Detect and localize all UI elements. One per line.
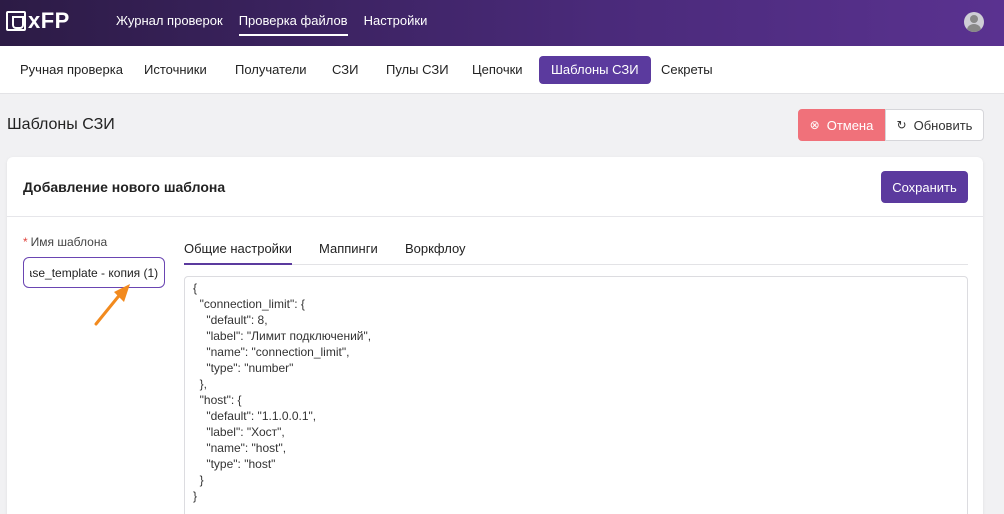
- top-nav-settings[interactable]: Настройки: [364, 0, 428, 46]
- top-nav: Журнал проверок Проверка файлов Настройк…: [116, 0, 443, 46]
- cancel-label: Отмена: [826, 117, 874, 133]
- code-line: "default": "1.1.0.0.1",: [193, 409, 317, 423]
- tab-manual-check[interactable]: Ручная проверка: [20, 56, 123, 84]
- template-name-label-text: Имя шаблона: [30, 235, 108, 249]
- code-line: }: [193, 473, 204, 487]
- code-line: {: [193, 281, 198, 295]
- tab-chains[interactable]: Цепочки: [472, 56, 523, 84]
- top-nav-journal[interactable]: Журнал проверок: [116, 0, 223, 46]
- refresh-label: Обновить: [913, 117, 973, 133]
- template-tabs: Общие настройки Маппинги Воркфлоу: [184, 235, 968, 265]
- tab-mappings[interactable]: Маппинги: [319, 241, 378, 256]
- refresh-icon: ↻: [896, 118, 907, 132]
- cancel-circle-x-icon: ⊗: [809, 118, 820, 132]
- template-form-card: Добавление нового шаблона Сохранить * Имя…: [7, 157, 983, 514]
- template-name-label: * Имя шаблона: [23, 235, 107, 249]
- annotation-arrow-icon: [94, 284, 130, 326]
- tab-workflow[interactable]: Воркфлоу: [405, 241, 466, 256]
- code-line: }: [193, 489, 198, 503]
- code-line: "connection_limit": {: [193, 297, 305, 311]
- card-title: Добавление нового шаблона: [23, 179, 226, 195]
- code-line: },: [193, 377, 208, 391]
- code-line: "label": "Хост",: [193, 425, 285, 439]
- code-line: "type": "number": [193, 361, 294, 375]
- code-line: "name": "connection_limit",: [193, 345, 350, 359]
- cancel-button[interactable]: ⊗ Отмена: [798, 109, 885, 141]
- code-line: "default": 8,: [193, 313, 268, 327]
- code-line: "host": {: [193, 393, 242, 407]
- code-line: "type": "host": [193, 457, 276, 471]
- card-divider: [7, 216, 983, 217]
- tab-szi-pools[interactable]: Пулы СЗИ: [386, 56, 449, 84]
- json-editor[interactable]: { "connection_limit": { "default": 8, "l…: [184, 276, 968, 514]
- tab-szi[interactable]: СЗИ: [332, 56, 358, 84]
- tab-sources[interactable]: Источники: [144, 56, 207, 84]
- top-bar: xFP Журнал проверок Проверка файлов Наст…: [0, 0, 1004, 46]
- code-line: "label": "Лимит подключений",: [193, 329, 372, 343]
- tab-general-settings[interactable]: Общие настройки: [184, 241, 292, 265]
- save-button[interactable]: Сохранить: [881, 171, 968, 203]
- refresh-button[interactable]: ↻ Обновить: [885, 109, 984, 141]
- top-nav-file-check[interactable]: Проверка файлов: [238, 0, 348, 46]
- tab-recipients[interactable]: Получатели: [235, 56, 307, 84]
- app-logo[interactable]: xFP: [6, 10, 70, 32]
- logo-shield-icon: [6, 11, 26, 31]
- tab-secrets[interactable]: Секреты: [661, 56, 713, 84]
- required-asterisk: *: [23, 235, 28, 249]
- tab-szi-templates[interactable]: Шаблоны СЗИ: [539, 56, 651, 84]
- user-avatar-icon[interactable]: [964, 12, 984, 32]
- code-line: "name": "host",: [193, 441, 287, 455]
- logo-text: xFP: [28, 8, 70, 33]
- page-title: Шаблоны СЗИ: [7, 116, 115, 133]
- sub-nav: Ручная проверка Источники Получатели СЗИ…: [0, 46, 1004, 94]
